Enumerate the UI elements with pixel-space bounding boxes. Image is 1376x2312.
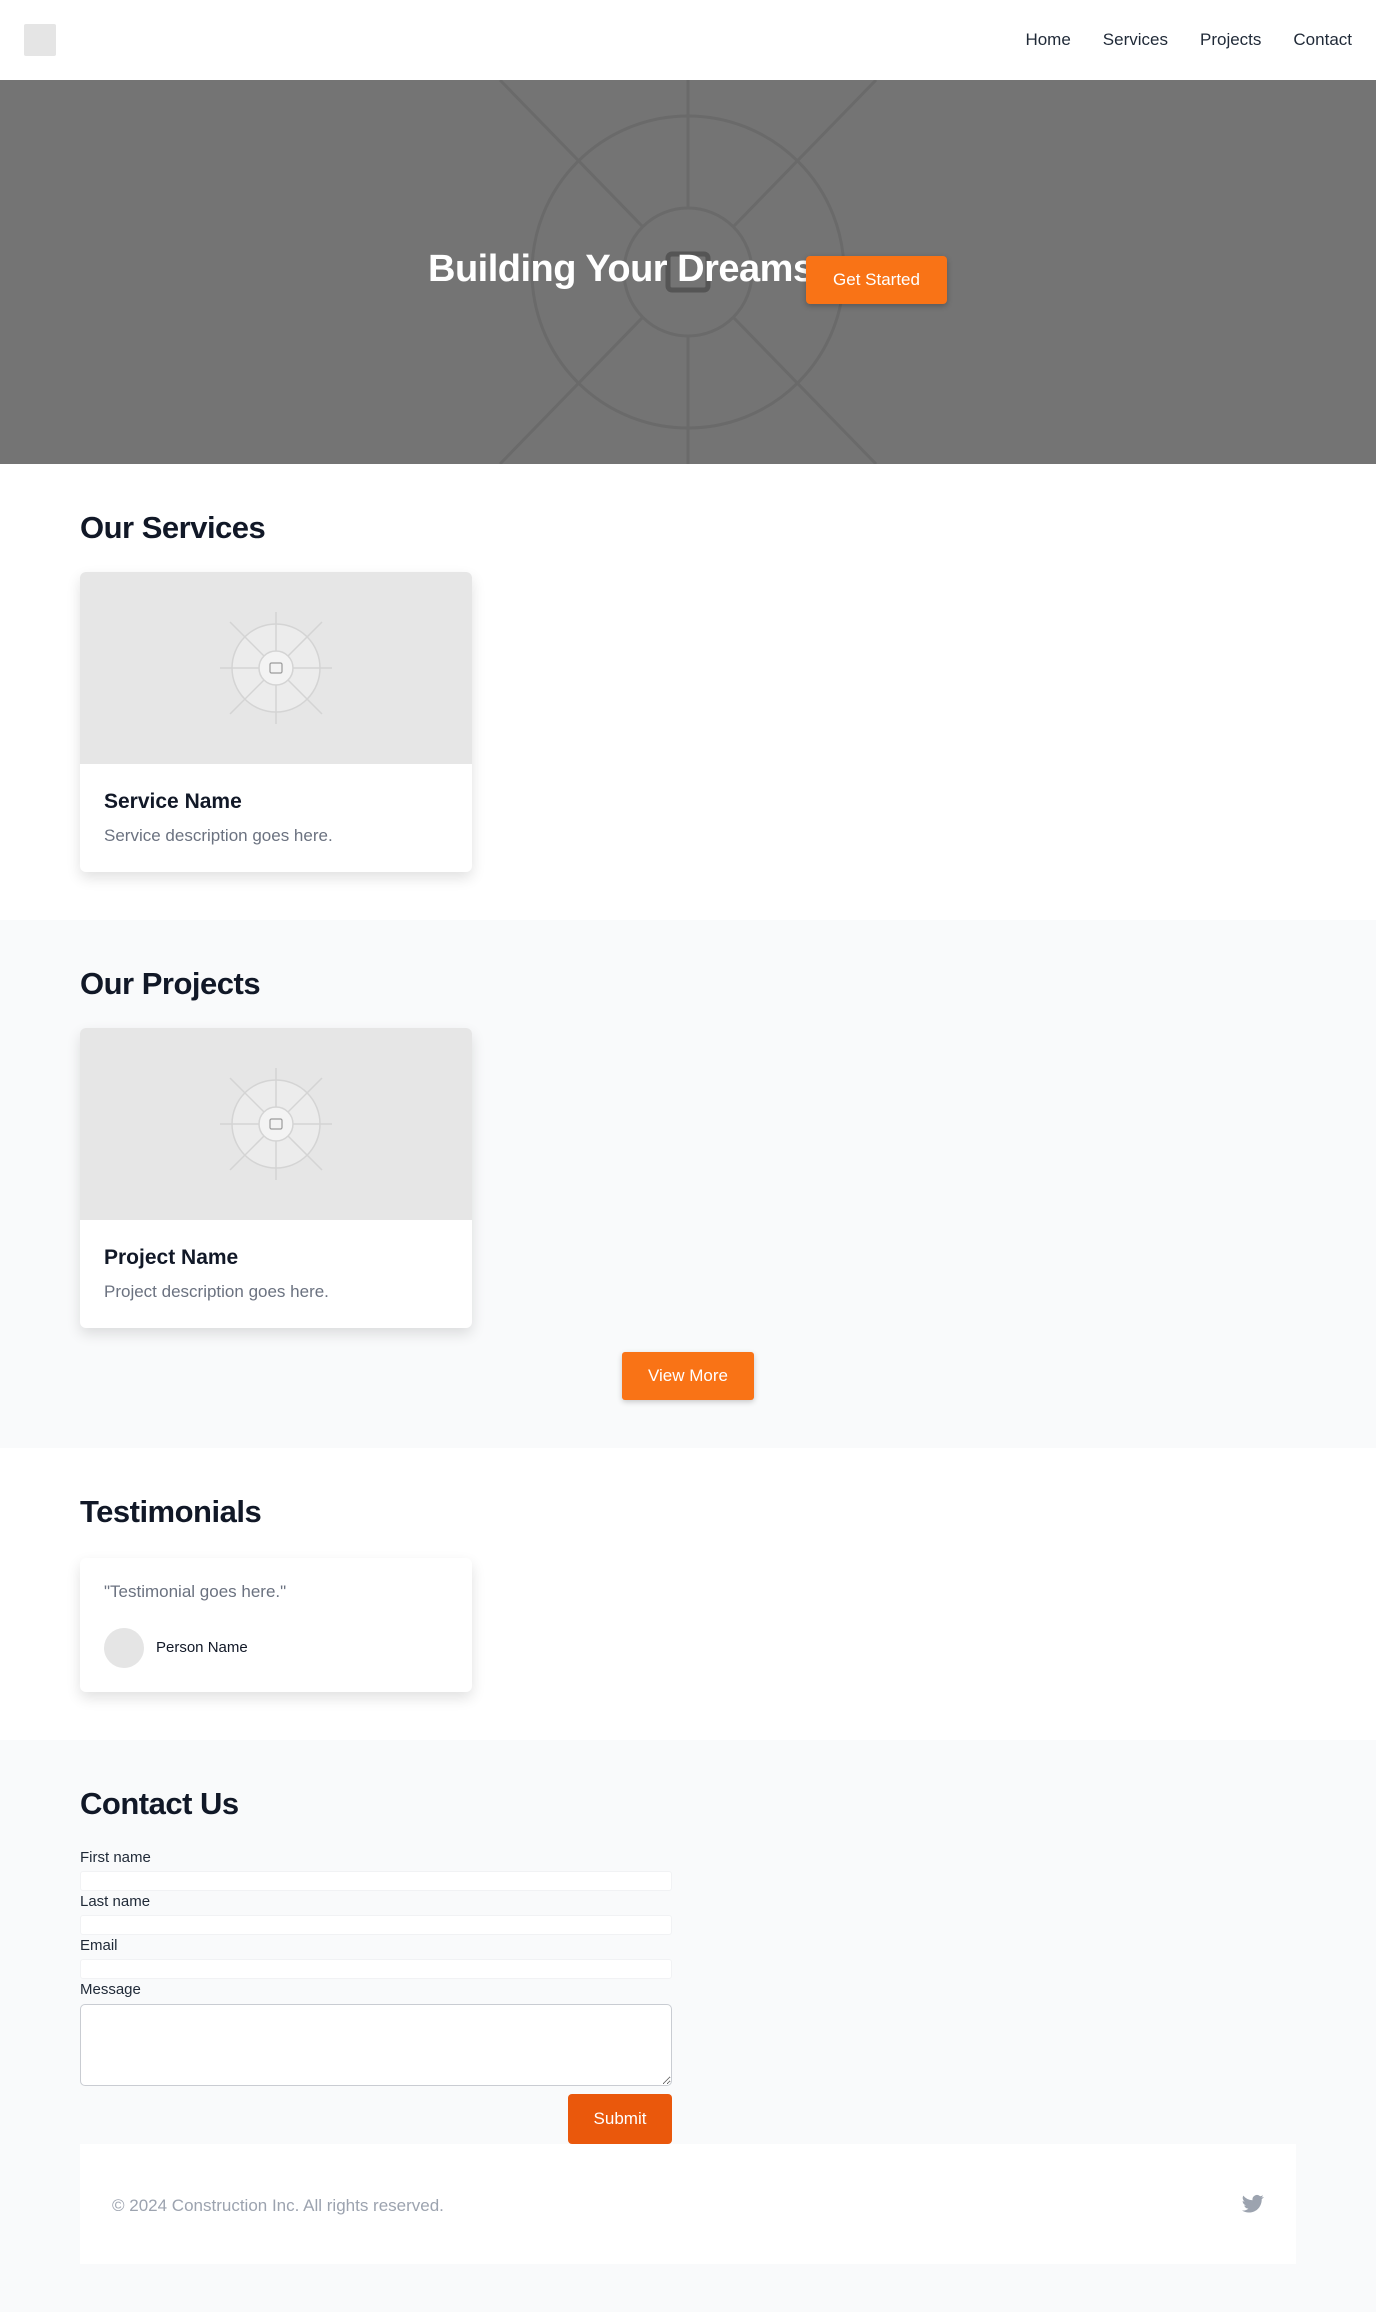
project-image: [80, 1028, 472, 1220]
nav-home[interactable]: Home: [1025, 30, 1070, 50]
nav-projects[interactable]: Projects: [1200, 30, 1261, 50]
message-field[interactable]: [80, 2004, 672, 2086]
copyright-text: © 2024 Construction Inc. All rights rese…: [112, 2196, 444, 2215]
get-started-button[interactable]: Get Started: [806, 256, 947, 304]
hero-title: Building Your Dreams: [428, 248, 814, 290]
service-name: Service Name: [104, 790, 242, 813]
main-nav: Home Services Projects Contact: [1025, 30, 1352, 50]
service-card[interactable]: Service Name Service description goes he…: [80, 572, 472, 872]
projects-title: Our Projects: [80, 966, 261, 1001]
project-description: Project description goes here.: [104, 1282, 329, 1301]
nav-services[interactable]: Services: [1103, 30, 1168, 50]
testimonial-card: "Testimonial goes here." Person Name: [80, 1558, 472, 1692]
submit-button[interactable]: Submit: [568, 2094, 672, 2144]
logo[interactable]: [24, 24, 56, 56]
last-name-label: Last name: [80, 1893, 151, 1910]
testimonial-person: Person Name: [156, 1639, 248, 1656]
site-header: Home Services Projects Contact: [0, 0, 1376, 80]
project-name: Project Name: [104, 1246, 239, 1269]
service-image: [80, 572, 472, 764]
email-field[interactable]: [80, 1959, 672, 1979]
nav-contact[interactable]: Contact: [1293, 30, 1352, 50]
message-label: Message: [80, 1981, 141, 1998]
hero-section: Building Your Dreams Get Started: [0, 80, 1376, 464]
last-name-field[interactable]: [80, 1915, 672, 1935]
email-label: Email: [80, 1937, 118, 1954]
testimonial-quote: "Testimonial goes here.": [104, 1582, 287, 1601]
project-card[interactable]: Project Name Project description goes he…: [80, 1028, 472, 1328]
service-description: Service description goes here.: [104, 826, 333, 845]
contact-title: Contact Us: [80, 1786, 239, 1821]
site-footer: © 2024 Construction Inc. All rights rese…: [80, 2144, 1296, 2264]
view-more-button[interactable]: View More: [622, 1352, 754, 1400]
first-name-label: First name: [80, 1849, 151, 1866]
avatar: [104, 1628, 144, 1668]
twitter-icon[interactable]: [1242, 2194, 1264, 2214]
first-name-field[interactable]: [80, 1871, 672, 1891]
services-title: Our Services: [80, 510, 266, 545]
testimonials-title: Testimonials: [80, 1494, 262, 1529]
